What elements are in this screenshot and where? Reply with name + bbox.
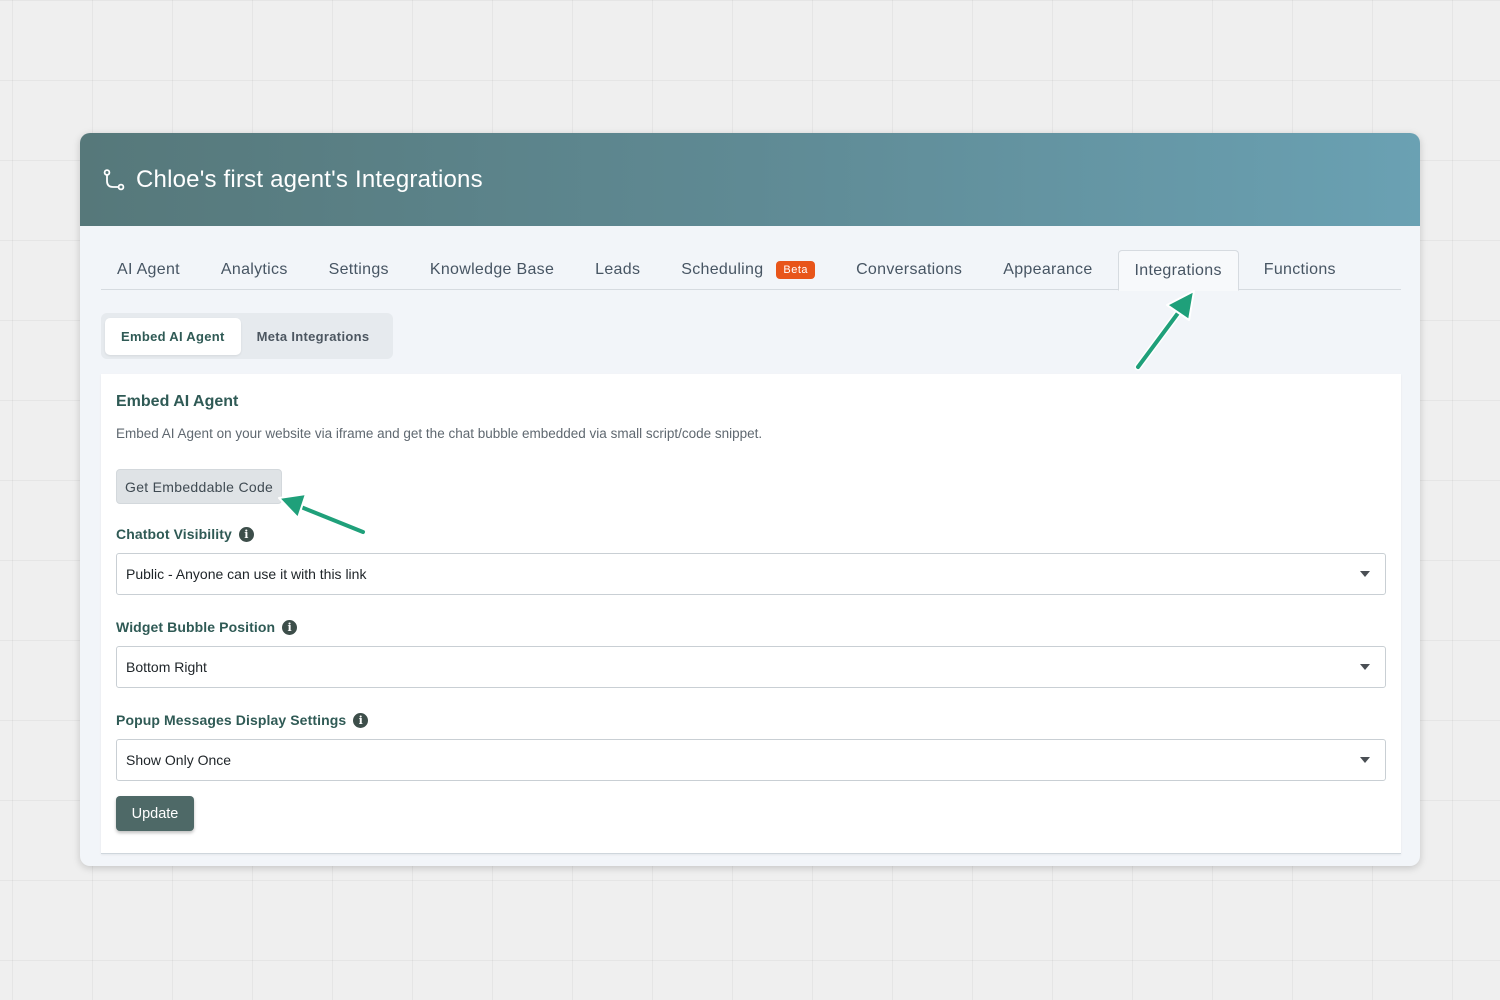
chatbot-visibility-label: Chatbot Visibility i [116, 526, 254, 542]
tab-label: Analytics [220, 261, 288, 278]
tab-label: Functions [1263, 261, 1336, 278]
tab-knowledge-base[interactable]: Knowledge Base [414, 250, 570, 290]
chevron-down-icon [1360, 664, 1370, 670]
tab-ai-agent[interactable]: AI Agent [101, 250, 196, 290]
get-embeddable-code-button[interactable]: Get Embeddable Code [116, 469, 283, 504]
field-label-text: Chatbot Visibility [116, 526, 232, 542]
tab-label: Appearance [1003, 261, 1093, 278]
tab-label: Knowledge Base [429, 261, 555, 278]
tab-label: Leads [595, 261, 641, 278]
panel-title: Embed AI Agent [116, 393, 239, 410]
chevron-down-icon [1360, 757, 1370, 763]
tab-label: Integrations [1134, 261, 1222, 279]
tab-label: Settings [328, 261, 389, 278]
integration-flow-icon [102, 167, 128, 193]
chevron-down-icon [1360, 571, 1370, 577]
info-icon[interactable]: i [238, 526, 254, 542]
popup-messages-display-select[interactable]: Show Only Once [116, 739, 1386, 781]
tab-label: Conversations [856, 261, 963, 278]
page-title: Chloe's first agent's Integrations [136, 165, 483, 193]
widget-bubble-position-select[interactable]: Bottom Right [116, 646, 1386, 688]
tab-integrations[interactable]: Integrations [1117, 250, 1239, 291]
tab-leads[interactable]: Leads [579, 250, 656, 290]
panel-description: Embed AI Agent on your website via ifram… [116, 426, 763, 441]
select-value: Public - Anyone can use it with this lin… [126, 566, 367, 582]
widget-bubble-position-label: Widget Bubble Position i [116, 619, 298, 635]
select-value: Bottom Right [126, 659, 207, 675]
tab-analytics[interactable]: Analytics [205, 250, 304, 290]
update-button[interactable]: Update [116, 796, 194, 831]
popup-messages-display-label: Popup Messages Display Settings i [116, 712, 369, 728]
subtab-embed-ai-agent[interactable]: Embed AI Agent [105, 317, 241, 355]
tab-label: Scheduling [681, 261, 764, 278]
select-value: Show Only Once [126, 752, 232, 768]
chatbot-visibility-select[interactable]: Public - Anyone can use it with this lin… [116, 553, 1386, 595]
tab-settings[interactable]: Settings [313, 250, 405, 290]
field-label-text: Widget Bubble Position [116, 619, 276, 635]
tab-appearance[interactable]: Appearance [987, 250, 1108, 290]
tab-conversations[interactable]: Conversations [840, 250, 978, 290]
tab-label: AI Agent [117, 261, 180, 278]
info-icon[interactable]: i [282, 619, 298, 635]
integration-subtabs: Embed AI Agent Meta Integrations [101, 313, 393, 359]
integrations-card: Chloe's first agent's Integrations AI Ag… [80, 133, 1420, 866]
field-label-text: Popup Messages Display Settings [116, 712, 347, 728]
main-tabs: AI Agent Analytics Settings Knowledge Ba… [101, 250, 1401, 291]
subtab-meta-integrations[interactable]: Meta Integrations [241, 318, 386, 355]
page-header: Chloe's first agent's Integrations [80, 133, 1420, 226]
info-icon[interactable]: i [353, 712, 369, 728]
tab-scheduling[interactable]: Scheduling Beta [665, 250, 831, 290]
beta-badge: Beta [776, 261, 816, 279]
embed-panel: Embed AI Agent Embed AI Agent on your we… [101, 374, 1401, 854]
tab-functions[interactable]: Functions [1248, 250, 1352, 290]
